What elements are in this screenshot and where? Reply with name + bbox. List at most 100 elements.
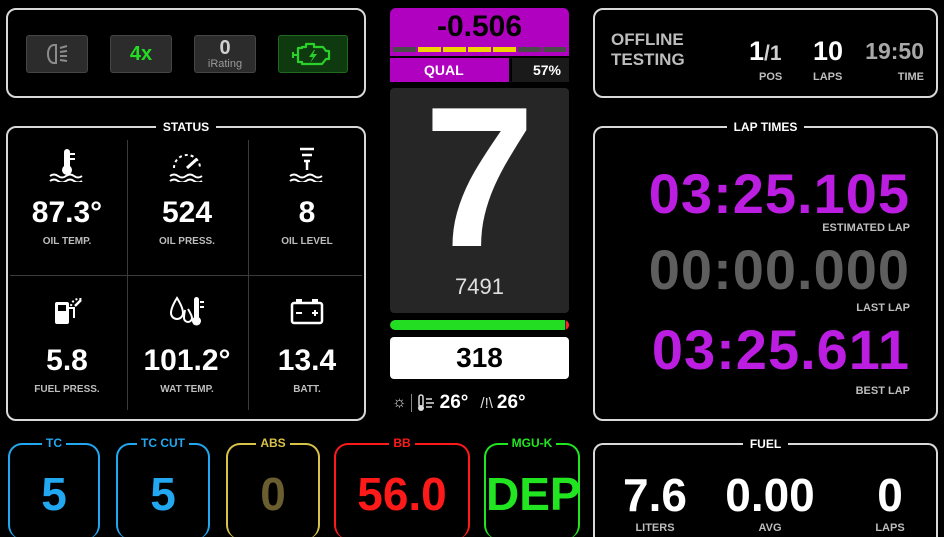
best-lap-label: BEST LAP	[855, 385, 910, 397]
oil-temp-icon	[49, 149, 83, 182]
fuel-liters-label: LITERS	[635, 522, 675, 534]
rpm-bar	[390, 320, 569, 330]
irating-value: 0	[219, 36, 231, 59]
percent-value: 57%	[532, 62, 561, 78]
delta-display: -0.506	[390, 8, 569, 56]
battery-label: BATT.	[293, 384, 321, 395]
lap-times-title: LAP TIMES	[726, 120, 805, 134]
oil-level-icon	[289, 147, 323, 182]
oil-press-label: OIL PRESS.	[159, 236, 215, 247]
oil-temp-label: OIL TEMP.	[42, 236, 92, 247]
brake-bias-label: BB	[389, 436, 415, 450]
weather-row: ☼ 26° /!\ 26°	[392, 390, 570, 416]
tc-cut-control[interactable]: TC CUT 5	[116, 436, 210, 537]
irating-button[interactable]: 0 iRating	[194, 35, 256, 73]
delta-bar	[393, 47, 566, 52]
delta-segment	[493, 47, 516, 52]
session-panel: OFFLINE TESTING 1/1 POS 10 LAPS 19:50 TI…	[593, 8, 938, 98]
session-mode-line2: TESTING	[611, 50, 685, 69]
last-lap-label: LAST LAP	[856, 302, 910, 314]
oil-temp-value: 87.3°	[31, 196, 103, 229]
status-cell-fuel-press: 5.8 FUEL PRESS.	[8, 276, 126, 422]
fuel-laps-value: 0	[877, 469, 903, 521]
oil-level-label: OIL LEVEL	[281, 236, 333, 247]
brake-bias-value: 56.0	[357, 468, 447, 520]
status-cell-water-temp: 101.2° WAT TEMP.	[128, 276, 246, 422]
battery-icon	[290, 299, 324, 325]
tc-label: TC	[42, 436, 66, 450]
fuel-avg-label: AVG	[758, 522, 782, 534]
last-lap-value: 00:00.000	[648, 238, 910, 301]
mgu-k-label: MGU-K	[507, 436, 557, 450]
weather-divider	[410, 394, 412, 412]
water-temp-icon	[169, 296, 204, 326]
sun-icon: ☼	[392, 394, 407, 411]
top-buttons-panel: 4x 0 iRating	[6, 8, 366, 98]
air-temp-value: 26°	[439, 392, 469, 413]
session-time-value: 19:50	[865, 38, 924, 64]
gear-display: 7 7491	[390, 66, 569, 313]
status-cell-oil-temp: 87.3° OIL TEMP.	[8, 128, 126, 274]
delta-segment	[543, 47, 566, 52]
delta-segment	[518, 47, 541, 52]
estimated-lap-label: ESTIMATED LAP	[822, 222, 910, 234]
rpm-value: 7491	[455, 274, 504, 299]
abs-value: 0	[260, 468, 286, 520]
water-temp-value: 101.2°	[143, 344, 231, 377]
track-temp-value: 26°	[496, 392, 526, 413]
tc-cut-label: TC CUT	[137, 436, 189, 450]
battery-value: 13.4	[277, 344, 337, 377]
mgu-k-value: DEP	[486, 468, 581, 520]
irating-label: iRating	[207, 57, 243, 70]
best-lap-value: 03:25.611	[651, 318, 910, 381]
position-label: POS	[759, 71, 783, 83]
status-cell-oil-level: 8 OIL LEVEL	[248, 128, 366, 274]
status-cell-oil-press: 524 OIL PRESS.	[128, 128, 246, 274]
headlight-button[interactable]	[26, 35, 88, 73]
lap-times-panel: LAP TIMES 03:25.105 ESTIMATED LAP 00:00.…	[593, 120, 938, 421]
delta-segment	[393, 47, 416, 52]
position-total: /1	[764, 42, 782, 65]
rpm-bar-limit	[566, 320, 569, 330]
brake-bias-control[interactable]: BB 56.0	[334, 436, 470, 537]
position-readout: 1/1	[749, 36, 782, 71]
session-time-label: TIME	[897, 71, 924, 83]
tc-cut-value: 5	[150, 468, 176, 520]
engine-warning-button[interactable]	[278, 35, 348, 73]
gear-value: 7	[423, 66, 536, 289]
fuel-title: FUEL	[742, 437, 789, 451]
speed-value: 318	[456, 342, 503, 373]
oil-level-value: 8	[298, 196, 316, 229]
mgu-k-control[interactable]: MGU-K DEP	[484, 436, 581, 537]
air-temp-icon	[417, 394, 434, 411]
multiplier-value: 4x	[129, 43, 153, 65]
oil-pressure-icon	[169, 154, 203, 182]
status-panel: STATUS 87.3° OIL TEMP. 524 OIL PRESS. 8 …	[6, 120, 366, 422]
session-mode-line1: OFFLINE	[611, 30, 684, 49]
position-value: 1	[749, 36, 765, 66]
multiplier-button[interactable]: 4x	[110, 35, 172, 73]
abs-control[interactable]: ABS 0	[226, 436, 320, 537]
tc-value: 5	[41, 468, 67, 520]
rpm-bar-fill	[390, 320, 566, 330]
status-cell-battery: 13.4 BATT.	[248, 276, 366, 422]
laps-value: 10	[813, 36, 844, 66]
speed-display: 318	[390, 337, 569, 379]
fuel-liters-value: 7.6	[623, 469, 687, 521]
delta-segment	[418, 47, 441, 52]
fuel-press-label: FUEL PRESS.	[34, 384, 100, 395]
delta-segment	[468, 47, 491, 52]
fuel-pressure-icon	[55, 297, 84, 324]
abs-label: ABS	[256, 436, 290, 450]
laps-label: LAPS	[813, 71, 843, 83]
engine-warning-icon	[292, 42, 331, 66]
delta-segment	[443, 47, 466, 52]
fuel-press-value: 5.8	[46, 344, 88, 377]
oil-press-value: 524	[161, 196, 213, 229]
tc-control[interactable]: TC 5	[8, 436, 100, 537]
track-temp-icon: /!\	[480, 394, 493, 412]
delta-value: -0.506	[436, 10, 523, 43]
estimated-lap-value: 03:25.105	[648, 162, 910, 225]
fuel-avg-value: 0.00	[725, 469, 815, 521]
fuel-laps-label: LAPS	[875, 522, 905, 534]
